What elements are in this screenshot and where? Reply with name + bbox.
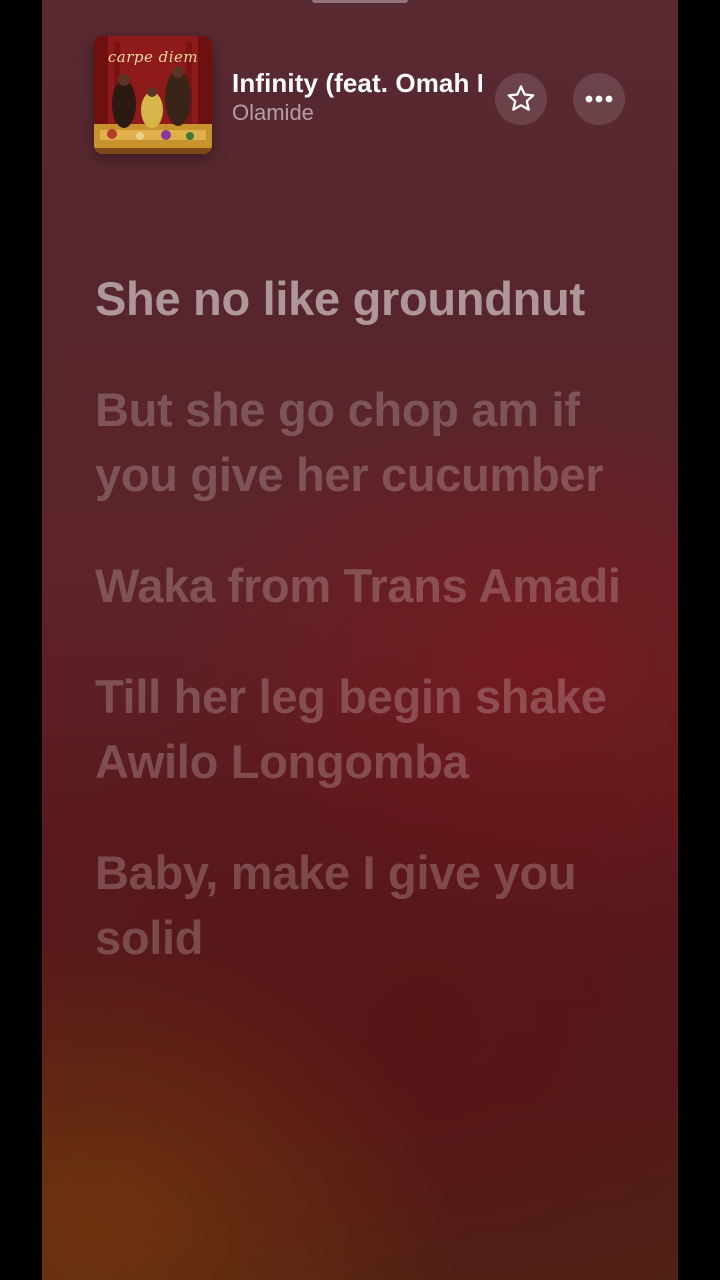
- track-info[interactable]: Infinity (feat. Omah Lay) Olamide: [232, 66, 482, 127]
- star-outline-icon: [507, 85, 535, 111]
- lyric-line[interactable]: Till her leg begin shake Awilo Longomba: [95, 664, 635, 794]
- favorite-button[interactable]: [495, 73, 547, 125]
- sheet-grabber[interactable]: [312, 0, 408, 3]
- lyric-line[interactable]: But she go chop am if you give her cucum…: [95, 377, 635, 507]
- album-artwork[interactable]: carpe diem: [94, 36, 212, 154]
- now-playing-header: carpe diem Infinity (feat. Omah Lay) Ola…: [42, 36, 678, 154]
- ellipsis-icon: [585, 95, 613, 103]
- lyrics-screen: carpe diem Infinity (feat. Omah Lay) Ola…: [42, 0, 678, 1280]
- lyric-line[interactable]: Waka from Trans Amadi: [95, 553, 635, 618]
- lyric-line[interactable]: Baby, make I give you solid: [95, 840, 635, 970]
- more-options-button[interactable]: [573, 73, 625, 125]
- track-title: Infinity (feat. Omah Lay): [232, 68, 482, 98]
- lyrics-list: She no like groundnut But she go chop am…: [95, 266, 635, 1016]
- track-artist: Olamide: [232, 100, 314, 125]
- lyric-line[interactable]: She no like groundnut: [95, 266, 635, 331]
- album-art-text: carpe diem: [107, 48, 199, 66]
